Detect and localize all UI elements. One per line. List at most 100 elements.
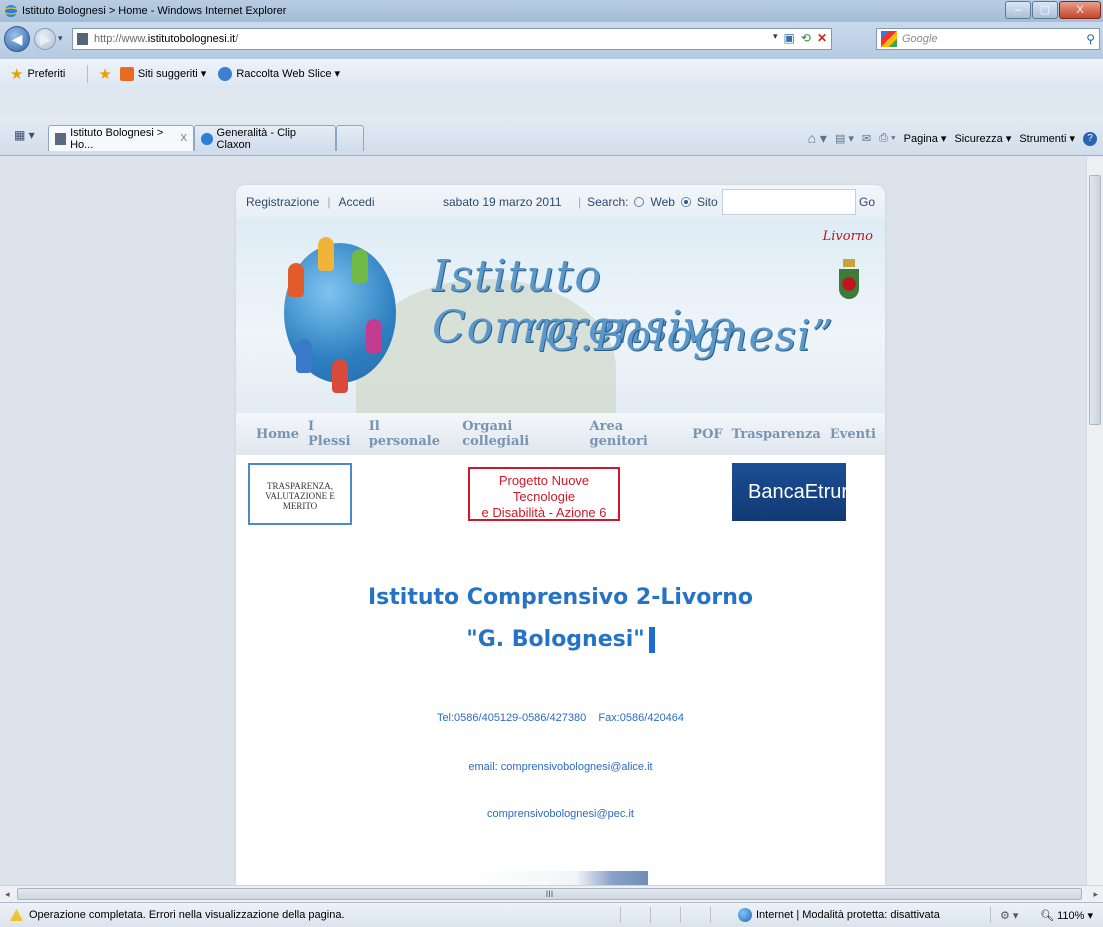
divider [990, 907, 991, 923]
site-date: sabato 19 marzo 2011 [443, 195, 562, 209]
warning-icon[interactable] [10, 909, 23, 921]
protected-mode-icon[interactable]: ⚙ ▾ [1000, 909, 1018, 922]
vertical-scrollbar[interactable] [1086, 157, 1103, 885]
address-tools: ▾ ▣ ⟲ ✕ [773, 31, 827, 45]
google-logo-icon [881, 31, 897, 47]
url-text[interactable]: http://www.istitutobolognesi.it/ [94, 33, 238, 45]
security-zone[interactable]: Internet | Modalità protetta: disattivat… [738, 908, 940, 922]
command-bar: ⌂ ▾ ▤ ▾ ✉ ⎙ ▾ Pagina ▾ Sicurezza ▾ Strum… [808, 130, 1097, 147]
nav-trasparenza[interactable]: Trasparenza [732, 427, 821, 442]
zoom-level[interactable]: 🔍︎ 110% ▾ [1040, 909, 1093, 922]
logo2-line2: e Disabilità - Azione 6 [481, 505, 607, 520]
kid-figure [366, 319, 382, 353]
address-dropdown-icon[interactable]: ▾ [773, 31, 778, 45]
address-row: ◀ ▶ ▾ http://www.istitutobolognesi.it/ ▾… [0, 22, 1103, 58]
nav-eventi[interactable]: Eventi [830, 427, 876, 442]
contact-phone: Tel:0586/405129-0586/427380 Fax:0586/420… [436, 712, 685, 724]
logo2-line1: Progetto Nuove Tecnologie [498, 473, 590, 504]
quick-tabs-icon[interactable]: ▦ ▾ [14, 128, 35, 142]
favorites-bar: ★ Preferiti ★ Siti suggeriti ▾ Raccolta … [0, 58, 1103, 88]
search-icon[interactable]: ⚲ [1086, 32, 1095, 46]
bancaetruria-logo-link[interactable]: BancaEtruria [732, 463, 864, 521]
site-nav: Home I Plessi Il personale Organi colleg… [236, 413, 885, 455]
mail-icon[interactable]: ✉ [862, 132, 871, 145]
radio-web[interactable] [634, 197, 645, 207]
trasparenza-logo-link[interactable]: TRASPARENZA, VALUTAZIONE E MERITO [248, 463, 352, 525]
contact-email[interactable]: email: comprensivobolognesi@alice.it [236, 761, 885, 773]
maximize-button[interactable]: ▢ [1032, 1, 1058, 19]
search-label: Search: [587, 195, 629, 209]
zone-label: Internet | Modalità protetta: disattivat… [756, 909, 940, 921]
suggested-sites-button[interactable]: Siti suggeriti ▾ [119, 66, 206, 81]
status-message: Operazione completata. Errori nella visu… [29, 909, 345, 921]
add-favorites-icon[interactable]: ★ [98, 65, 111, 83]
register-link[interactable]: Registrazione [246, 195, 319, 209]
site-topbar: Registrazione | Accedi sabato 19 marzo 2… [236, 185, 885, 219]
page-menu[interactable]: Pagina ▾ [904, 132, 947, 145]
radio-site[interactable] [680, 197, 691, 207]
school-heading: Istituto Comprensivo 2-Livorno [368, 585, 753, 610]
divider [650, 907, 651, 923]
nav-area-genitori[interactable]: Area genitori [590, 419, 684, 449]
home-icon[interactable]: ⌂ ▾ [808, 130, 827, 147]
ie-page-icon [201, 132, 213, 145]
livorno-crest-icon [839, 259, 859, 309]
nuove-tecnologie-logo-link[interactable]: Progetto Nuove Tecnologie e Disabilità -… [468, 467, 620, 521]
nav-pof[interactable]: POF [692, 427, 722, 442]
favorites-star-icon: ★ [10, 65, 24, 83]
new-tab-button[interactable] [336, 125, 364, 151]
tab-istituto-bolognesi[interactable]: Istituto Bolognesi > Ho... X [48, 125, 194, 151]
nav-organi-collegiali[interactable]: Organi collegiali [462, 419, 580, 449]
page-icon [77, 33, 88, 45]
radio-site-label: Sito [696, 195, 718, 209]
scroll-left-icon[interactable]: ◂ [5, 889, 10, 900]
scroll-right-icon[interactable]: ▸ [1093, 889, 1098, 900]
tab-close-icon[interactable]: X [180, 133, 187, 144]
vertical-scroll-thumb[interactable] [1089, 175, 1101, 425]
tab-label: Istituto Bolognesi > Ho... [70, 126, 164, 151]
tools-menu[interactable]: Strumenti ▾ [1019, 132, 1075, 145]
go-button[interactable]: Go [859, 195, 875, 209]
safety-menu[interactable]: Sicurezza ▾ [954, 132, 1011, 145]
ie-logo-icon [4, 5, 18, 17]
divider [710, 907, 711, 923]
forward-button[interactable]: ▶ [34, 28, 56, 50]
search-placeholder: Google [902, 33, 938, 45]
login-link[interactable]: Accedi [339, 195, 375, 209]
favorites-button[interactable]: ★ Preferiti [10, 65, 65, 83]
minimize-button[interactable]: – [1005, 1, 1031, 19]
back-button[interactable]: ◀ [4, 26, 30, 52]
decorative-strip [468, 871, 648, 885]
history-dropdown-icon[interactable]: ▾ [58, 33, 63, 44]
refresh-icon[interactable]: ⟲ [801, 31, 811, 45]
web-slice-button[interactable]: Raccolta Web Slice ▾ [218, 66, 340, 81]
print-icon[interactable]: ⎙ ▾ [879, 132, 895, 145]
window-controls: – ▢ X [1004, 1, 1101, 19]
help-icon[interactable]: ? [1083, 131, 1097, 146]
feeds-icon[interactable]: ▤ ▾ [835, 132, 854, 145]
nav-personale[interactable]: Il personale [369, 419, 453, 449]
status-bar: Operazione completata. Errori nella visu… [0, 902, 1103, 927]
horizontal-scroll-thumb[interactable]: III [17, 888, 1082, 900]
contact-pec[interactable]: comprensivobolognesi@pec.it [236, 808, 885, 820]
search-box[interactable]: Google ⚲ [876, 28, 1100, 50]
site-banner: Istituto Comprensivo “G.Bolognesi” Livor… [236, 219, 885, 413]
kid-figure [296, 339, 312, 373]
stop-icon[interactable]: ✕ [817, 31, 827, 45]
site-search-input[interactable] [722, 189, 856, 215]
compatibility-icon[interactable]: ▣ [784, 31, 795, 45]
radio-web-label: Web [650, 195, 675, 209]
text-cursor [648, 627, 655, 653]
nav-plessi[interactable]: I Plessi [308, 419, 360, 449]
close-button[interactable]: X [1059, 1, 1101, 19]
main-content: Istituto Comprensivo 2-Livorno "G. Bolog… [236, 535, 885, 885]
tab-generalita[interactable]: Generalità - Clip Claxon [194, 125, 336, 151]
title-bar: Istituto Bolognesi > Home - Windows Inte… [0, 0, 1103, 22]
divider: | [578, 195, 582, 209]
address-bar[interactable]: http://www.istitutobolognesi.it/ ▾ ▣ ⟲ ✕ [72, 28, 832, 50]
horizontal-scrollbar[interactable]: ◂ III ▸ [0, 885, 1103, 902]
page-viewport: Registrazione | Accedi sabato 19 marzo 2… [0, 157, 1103, 885]
suggested-sites-icon [119, 66, 134, 81]
site-container: Registrazione | Accedi sabato 19 marzo 2… [236, 185, 885, 885]
nav-home[interactable]: Home [256, 427, 299, 442]
